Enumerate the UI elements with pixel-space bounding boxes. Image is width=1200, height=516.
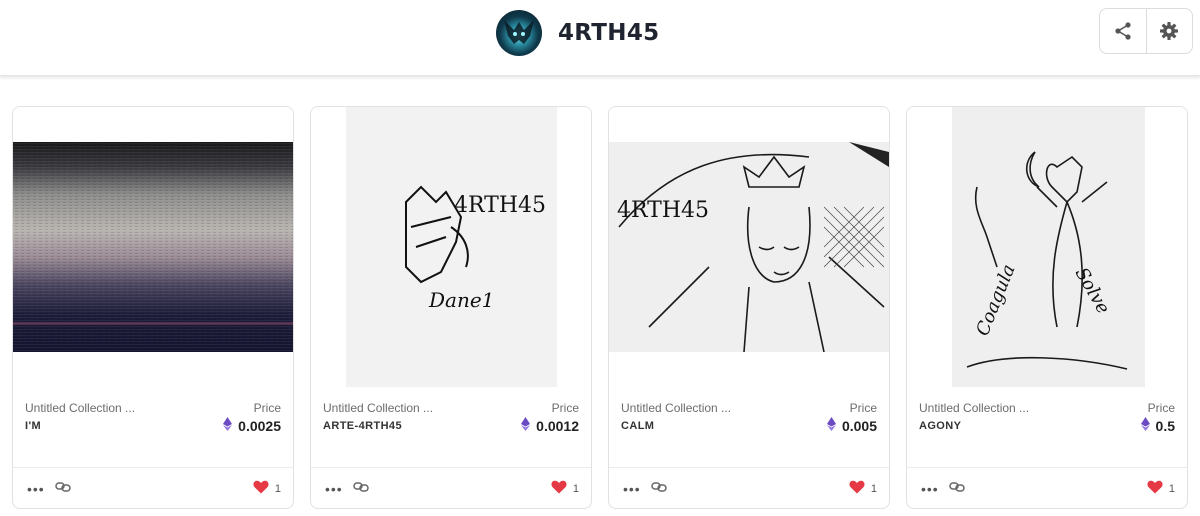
profile-brand: 4RTH45: [496, 10, 659, 56]
card-footer: ••• 1: [311, 467, 591, 508]
heart-icon: [551, 480, 567, 497]
collection-name[interactable]: Untitled Collection ...: [919, 401, 1029, 415]
heart-icon: [1147, 480, 1163, 497]
collection-name[interactable]: Untitled Collection ...: [621, 401, 731, 415]
svg-text:4RTH45: 4RTH45: [617, 198, 709, 223]
like-count: 1: [274, 482, 281, 495]
share-button[interactable]: [1100, 9, 1146, 53]
nft-image[interactable]: Coagula Solve: [907, 107, 1187, 389]
nft-title[interactable]: ARTE-4RTH45: [323, 420, 402, 432]
nft-title[interactable]: AGONY: [919, 420, 961, 432]
profile-header: 4RTH45: [0, 0, 1200, 76]
more-options-icon[interactable]: •••: [325, 481, 343, 497]
price-amount: 0.005: [841, 417, 877, 434]
ethereum-icon: [223, 417, 233, 434]
collection-name[interactable]: Untitled Collection ...: [323, 401, 433, 415]
svg-text:Dane1: Dane1: [428, 288, 494, 312]
heart-icon: [849, 480, 865, 497]
like-button[interactable]: 1: [551, 480, 579, 497]
like-button[interactable]: 1: [849, 480, 877, 497]
price-amount: 0.0025: [238, 417, 281, 434]
nft-image[interactable]: [13, 107, 293, 389]
share-icon: [1115, 22, 1131, 40]
link-icon[interactable]: [55, 480, 71, 499]
ethereum-icon: [521, 417, 531, 434]
nft-card[interactable]: 4RTH45 Untitled Collection ... Price CAL…: [608, 106, 890, 509]
price-value: 0.005: [826, 417, 877, 434]
gear-icon: [1160, 22, 1179, 40]
nft-image[interactable]: 4RTH45 Dane1: [311, 107, 591, 389]
more-options-icon[interactable]: •••: [27, 481, 45, 497]
price-label: Price: [253, 401, 281, 415]
settings-button[interactable]: [1145, 9, 1193, 53]
ethereum-icon: [1140, 417, 1150, 434]
price-label: Price: [1147, 401, 1175, 415]
svg-text:4RTH45: 4RTH45: [454, 193, 546, 218]
header-actions: [1099, 8, 1193, 54]
link-icon[interactable]: [651, 480, 667, 499]
like-count: 1: [1168, 482, 1175, 495]
more-options-icon[interactable]: •••: [623, 481, 641, 497]
avatar[interactable]: [496, 10, 542, 56]
more-options-icon[interactable]: •••: [921, 481, 939, 497]
nft-card[interactable]: Coagula Solve Untitled Collection ... Pr…: [906, 106, 1188, 509]
like-count: 1: [572, 482, 579, 495]
nft-title[interactable]: I'M: [25, 420, 41, 432]
price-value: 0.5: [1140, 417, 1175, 434]
price-value: 0.0012: [521, 417, 579, 434]
nft-card[interactable]: Untitled Collection ... Price I'M 0.0025…: [12, 106, 294, 509]
like-button[interactable]: 1: [253, 480, 281, 497]
card-footer: ••• 1: [907, 467, 1187, 508]
price-label: Price: [551, 401, 579, 415]
link-icon[interactable]: [949, 480, 965, 499]
price-amount: 0.0012: [536, 417, 579, 434]
profile-name: 4RTH45: [558, 20, 660, 46]
nft-image[interactable]: 4RTH45: [609, 107, 889, 389]
nft-title[interactable]: CALM: [621, 420, 654, 432]
price-value: 0.0025: [223, 417, 281, 434]
collection-name[interactable]: Untitled Collection ...: [25, 401, 135, 415]
like-button[interactable]: 1: [1147, 480, 1175, 497]
nft-card[interactable]: 4RTH45 Dane1 Untitled Collection ... Pri…: [310, 106, 592, 509]
ethereum-icon: [826, 417, 836, 434]
price-label: Price: [849, 401, 877, 415]
card-footer: ••• 1: [609, 467, 889, 508]
link-icon[interactable]: [353, 480, 369, 499]
like-count: 1: [870, 482, 877, 495]
heart-icon: [253, 480, 269, 497]
price-amount: 0.5: [1155, 417, 1175, 434]
card-footer: ••• 1: [13, 467, 293, 508]
